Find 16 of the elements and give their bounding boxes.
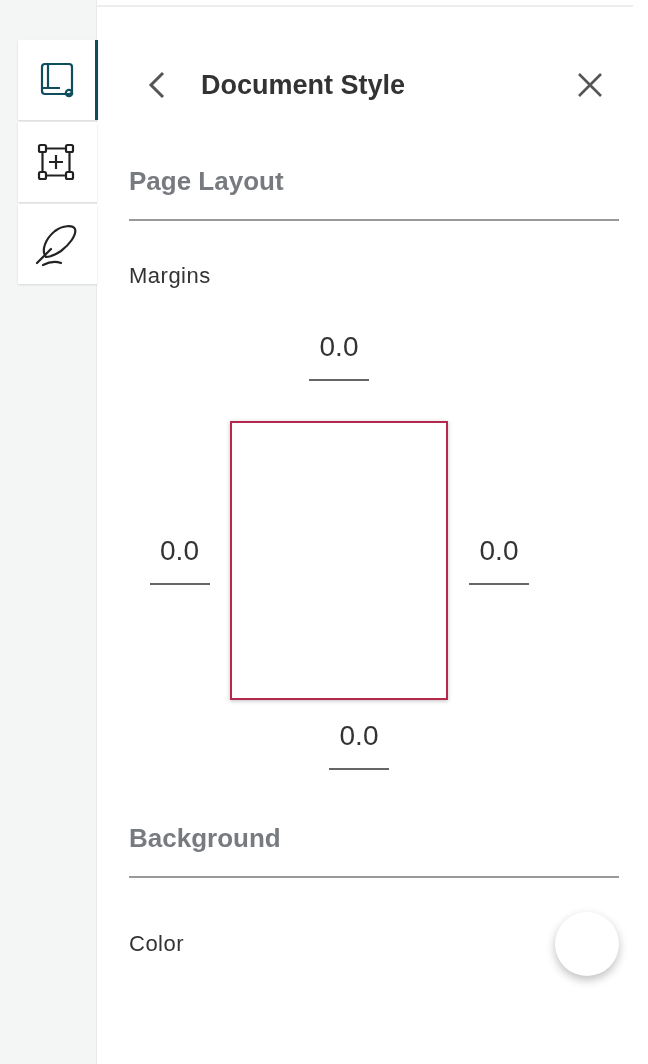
color-swatch[interactable] xyxy=(555,912,619,976)
close-button[interactable] xyxy=(577,72,603,98)
rail-tab[interactable] xyxy=(18,122,97,202)
color-label: Color xyxy=(129,931,185,957)
margins-label: Margins xyxy=(129,263,212,289)
rail-tab[interactable] xyxy=(18,204,97,284)
section-heading: Background xyxy=(129,822,282,855)
section-heading: Page Layout xyxy=(129,165,285,198)
back-button[interactable] xyxy=(147,70,167,100)
rail-tab[interactable] xyxy=(18,40,98,120)
bottom-margin-field[interactable]: 0.0 xyxy=(329,716,389,770)
left-margin-field[interactable]: 0.0 xyxy=(149,530,210,585)
panel-title: Document Style xyxy=(201,69,406,101)
frame-plus-icon xyxy=(36,142,76,182)
right-margin-field[interactable]: 0.0 xyxy=(469,530,529,585)
top-margin-field[interactable]: 0.0 xyxy=(309,327,369,381)
